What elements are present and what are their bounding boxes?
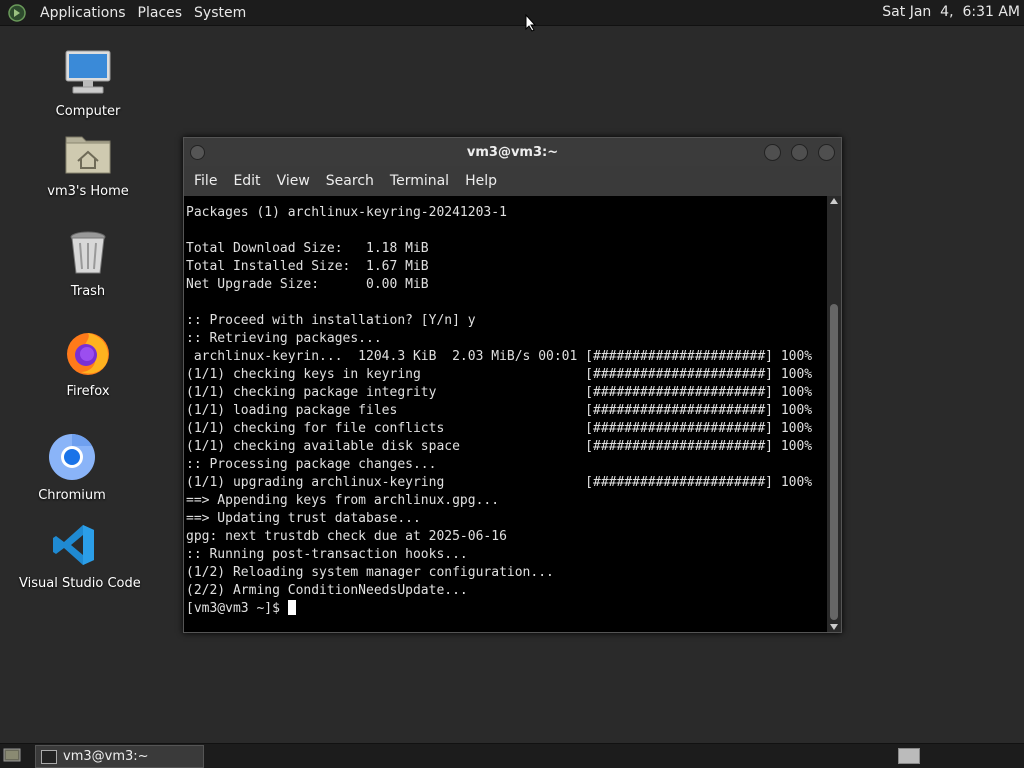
computer-icon	[61, 46, 115, 100]
desktop-icon-home[interactable]: vm3's Home	[33, 126, 143, 199]
terminal-line: ==> Appending keys from archlinux.gpg...	[186, 493, 500, 508]
window-title: vm3@vm3:~	[466, 144, 559, 160]
terminal-line: (1/1) upgrading archlinux-keyring [#####…	[186, 475, 813, 490]
minimize-button[interactable]	[764, 144, 781, 161]
terminal-line: Packages (1) archlinux-keyring-20241203-…	[186, 205, 507, 220]
desktop-icon-trash[interactable]: Trash	[33, 226, 143, 299]
terminal-line: (2/2) Arming ConditionNeedsUpdate...	[186, 583, 468, 598]
workspace-switcher[interactable]	[898, 748, 920, 764]
terminal-line: Total Installed Size: 1.67 MiB	[186, 259, 429, 274]
terminal-line: :: Retrieving packages...	[186, 331, 382, 346]
desktop-icon-computer[interactable]: Computer	[33, 46, 143, 119]
window-menu-button[interactable]	[190, 145, 205, 160]
desktop-icon-label: Computer	[55, 104, 121, 119]
scroll-down-arrow-icon[interactable]	[830, 624, 838, 630]
desktop-icon-label: Firefox	[66, 384, 110, 399]
text-cursor	[287, 600, 296, 615]
firefox-icon	[61, 326, 115, 380]
terminal-icon	[41, 749, 57, 764]
terminal-menubar: File Edit View Search Terminal Help	[184, 166, 841, 195]
desktop-icon-firefox[interactable]: Firefox	[33, 326, 143, 399]
terminal-window[interactable]: vm3@vm3:~ File Edit View Search Terminal…	[183, 137, 842, 633]
terminal-line: gpg: next trustdb check due at 2025-06-1…	[186, 529, 507, 544]
desktop-icon-vscode[interactable]: Visual Studio Code	[19, 518, 141, 591]
desktop-icon-label: Visual Studio Code	[19, 576, 141, 591]
system-menu[interactable]: System	[188, 5, 252, 21]
terminal-line: :: Processing package changes...	[186, 457, 437, 472]
terminal-line: :: Proceed with installation? [Y/n] y	[186, 313, 476, 328]
terminal-line: Net Upgrade Size: 0.00 MiB	[186, 277, 429, 292]
terminal-line: :: Running post-transaction hooks...	[186, 547, 468, 562]
trash-icon	[61, 226, 115, 280]
menu-file[interactable]: File	[188, 173, 223, 189]
menu-terminal[interactable]: Terminal	[384, 173, 455, 189]
vscode-icon	[47, 518, 101, 572]
mouse-pointer-icon	[525, 14, 537, 32]
desktop-icon-label: Chromium	[38, 488, 106, 503]
maximize-button[interactable]	[791, 144, 808, 161]
taskbar-window-label: vm3@vm3:~	[63, 749, 149, 764]
terminal-line: (1/1) checking available disk space [###…	[186, 439, 813, 454]
bottom-panel: vm3@vm3:~	[0, 743, 1024, 768]
terminal-line: (1/1) checking for file conflicts [#####…	[186, 421, 813, 436]
terminal-line: (1/1) checking keys in keyring [########…	[186, 367, 813, 382]
desktop-icon-label: Trash	[70, 284, 106, 299]
terminal-output[interactable]: Packages (1) archlinux-keyring-20241203-…	[184, 196, 827, 632]
terminal-line: (1/1) loading package files [###########…	[186, 403, 813, 418]
scroll-thumb[interactable]	[830, 304, 838, 620]
clock[interactable]: Sat Jan 4, 6:31 AM	[882, 4, 1020, 20]
show-desktop-icon[interactable]	[3, 747, 21, 763]
terminal-scrollbar[interactable]	[827, 196, 841, 632]
taskbar-window-button[interactable]: vm3@vm3:~	[35, 745, 204, 768]
window-titlebar[interactable]: vm3@vm3:~	[184, 138, 841, 166]
terminal-prompt-line[interactable]: [vm3@vm3 ~]$	[184, 600, 827, 618]
terminal-line: ==> Updating trust database...	[186, 511, 421, 526]
terminal-line: (1/2) Reloading system manager configura…	[186, 565, 554, 580]
top-panel: Applications Places System Sat Jan 4, 6:…	[0, 0, 1024, 26]
terminal-prompt: [vm3@vm3 ~]$	[186, 601, 288, 616]
home-folder-icon	[61, 126, 115, 180]
distro-logo-icon[interactable]	[6, 2, 28, 24]
desktop-icon-chromium[interactable]: Chromium	[17, 430, 127, 503]
menu-view[interactable]: View	[271, 173, 316, 189]
menu-help[interactable]: Help	[459, 173, 503, 189]
places-menu[interactable]: Places	[132, 5, 189, 21]
terminal-line: (1/1) checking package integrity [######…	[186, 385, 813, 400]
scroll-up-arrow-icon[interactable]	[830, 198, 838, 204]
close-button[interactable]	[818, 144, 835, 161]
desktop-icon-label: vm3's Home	[47, 184, 129, 199]
terminal-line: Total Download Size: 1.18 MiB	[186, 241, 429, 256]
menu-search[interactable]: Search	[320, 173, 380, 189]
menu-edit[interactable]: Edit	[227, 173, 266, 189]
terminal-line: archlinux-keyrin... 1204.3 KiB 2.03 MiB/…	[186, 349, 813, 364]
applications-menu[interactable]: Applications	[34, 5, 132, 21]
chromium-icon	[45, 430, 99, 484]
